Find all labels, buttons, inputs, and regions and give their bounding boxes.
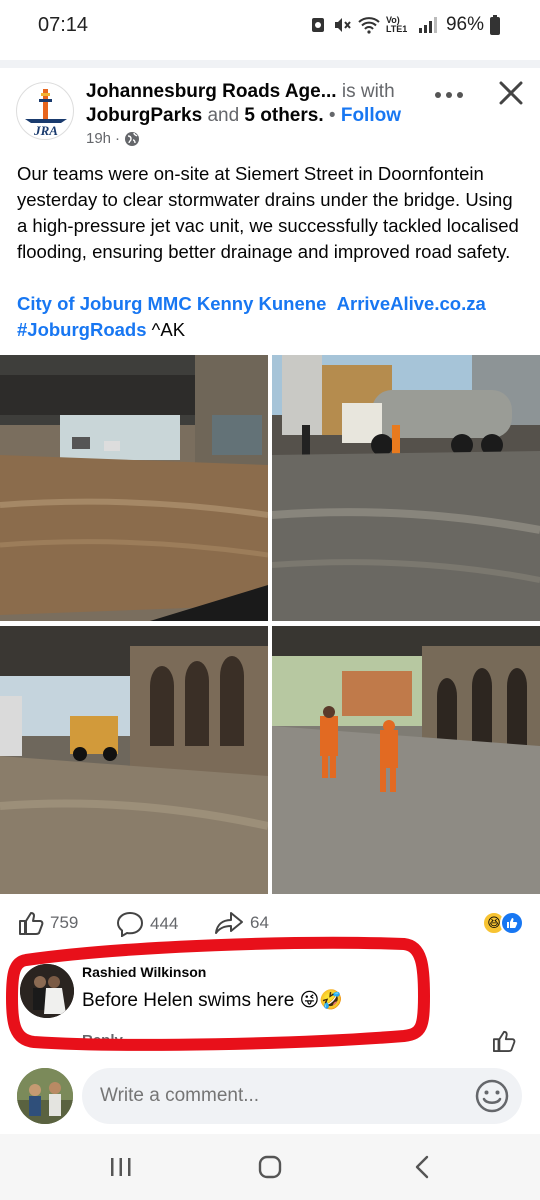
status-icons: Vo) LTE1 96% bbox=[310, 14, 500, 36]
my-avatar[interactable] bbox=[17, 1068, 73, 1124]
post-author-line: Johannesburg Roads Age... is with Joburg… bbox=[86, 80, 436, 128]
comment-item: Rashied Wilkinson Before Helen swims her… bbox=[0, 950, 540, 1060]
network-label: Vo) LTE1 bbox=[385, 15, 408, 34]
like-action[interactable]: 759 bbox=[18, 911, 78, 935]
feed-divider bbox=[0, 60, 540, 68]
share-icon bbox=[215, 912, 243, 934]
post-photo-workers-under-bridge[interactable] bbox=[272, 626, 540, 894]
hashtag-link[interactable]: #JoburgRoads bbox=[17, 319, 147, 340]
jra-logo-icon: JRA bbox=[25, 89, 67, 138]
commenter-avatar[interactable] bbox=[20, 964, 74, 1018]
signal-icon bbox=[418, 17, 437, 33]
tagged-page[interactable]: JoburgParks bbox=[86, 105, 202, 126]
close-icon bbox=[499, 81, 523, 105]
post-header: JRA Johannesburg Roads Age... is with Jo… bbox=[0, 68, 540, 156]
and-text: and bbox=[207, 105, 240, 126]
home-icon bbox=[258, 1155, 282, 1179]
comment-author[interactable]: Rashied Wilkinson bbox=[82, 964, 206, 980]
post-body: Our teams were on-site at Siemert Street… bbox=[17, 163, 519, 262]
page-name[interactable]: Johannesburg Roads Age... bbox=[86, 81, 337, 102]
more-dots-icon bbox=[435, 92, 463, 98]
battery-icon bbox=[490, 15, 500, 35]
mention-link[interactable]: City of Joburg MMC Kenny Kunene bbox=[17, 293, 326, 314]
tagged-others[interactable]: 5 others. bbox=[244, 105, 323, 126]
follow-button[interactable]: Follow bbox=[341, 105, 401, 126]
signoff: ^AK bbox=[151, 319, 186, 340]
with-text: is with bbox=[341, 81, 395, 102]
post-meta: 19h · bbox=[86, 130, 140, 147]
comment-icon bbox=[116, 911, 144, 937]
more-options-button[interactable] bbox=[434, 80, 464, 106]
screenshot-icon bbox=[311, 18, 324, 32]
comment-text: Before Helen swims here 😜🤣 bbox=[82, 990, 343, 1011]
home-button[interactable] bbox=[255, 1154, 285, 1180]
page-avatar[interactable]: JRA bbox=[16, 82, 74, 140]
recent-apps-icon bbox=[111, 1158, 131, 1176]
battery-percent: 96% bbox=[445, 14, 484, 35]
back-icon bbox=[415, 1155, 429, 1179]
post-links: City of Joburg MMC Kenny Kunene ArriveAl… bbox=[17, 291, 532, 343]
status-time: 07:14 bbox=[38, 14, 89, 36]
status-bar: 07:14 Vo) LTE1 96% bbox=[0, 0, 540, 56]
mention-link[interactable]: ArriveAlive.co.za bbox=[337, 293, 486, 314]
hide-post-button[interactable] bbox=[496, 78, 526, 108]
recent-apps-button[interactable] bbox=[106, 1154, 136, 1180]
avatar-photo bbox=[20, 964, 74, 1018]
comment-count: 444 bbox=[150, 914, 179, 933]
avatar-photo bbox=[17, 1068, 73, 1124]
back-button[interactable] bbox=[408, 1154, 438, 1180]
post-time[interactable]: 19h bbox=[86, 130, 111, 147]
post-photo-flooded-bridge[interactable] bbox=[0, 355, 268, 621]
emoji-sticker-icon[interactable] bbox=[474, 1078, 510, 1114]
post-photo-truck-under-bridge[interactable] bbox=[0, 626, 268, 894]
meta-dot: · bbox=[115, 130, 121, 147]
like-icon bbox=[19, 912, 44, 935]
share-action[interactable]: 64 bbox=[214, 911, 269, 935]
reactions-bar: 759 444 64 😆 bbox=[0, 905, 540, 945]
mute-icon bbox=[334, 18, 351, 32]
like-count: 759 bbox=[50, 913, 79, 932]
dot-separator: • bbox=[328, 105, 336, 126]
reply-button[interactable]: Reply bbox=[82, 1032, 123, 1049]
post-photo-jet-vac-truck[interactable] bbox=[272, 355, 540, 621]
system-nav-bar bbox=[0, 1134, 540, 1200]
comment-like-icon[interactable] bbox=[492, 1030, 516, 1052]
share-count: 64 bbox=[250, 913, 269, 932]
comment-input[interactable] bbox=[82, 1068, 522, 1124]
comment-composer bbox=[0, 1064, 540, 1130]
like-reaction-icon bbox=[500, 911, 524, 935]
globe-icon bbox=[125, 131, 140, 146]
comment-action[interactable]: 444 bbox=[116, 911, 178, 937]
svg-text:JRA: JRA bbox=[33, 123, 58, 138]
wifi-icon bbox=[358, 17, 380, 34]
reaction-summary[interactable]: 😆 bbox=[482, 911, 524, 935]
